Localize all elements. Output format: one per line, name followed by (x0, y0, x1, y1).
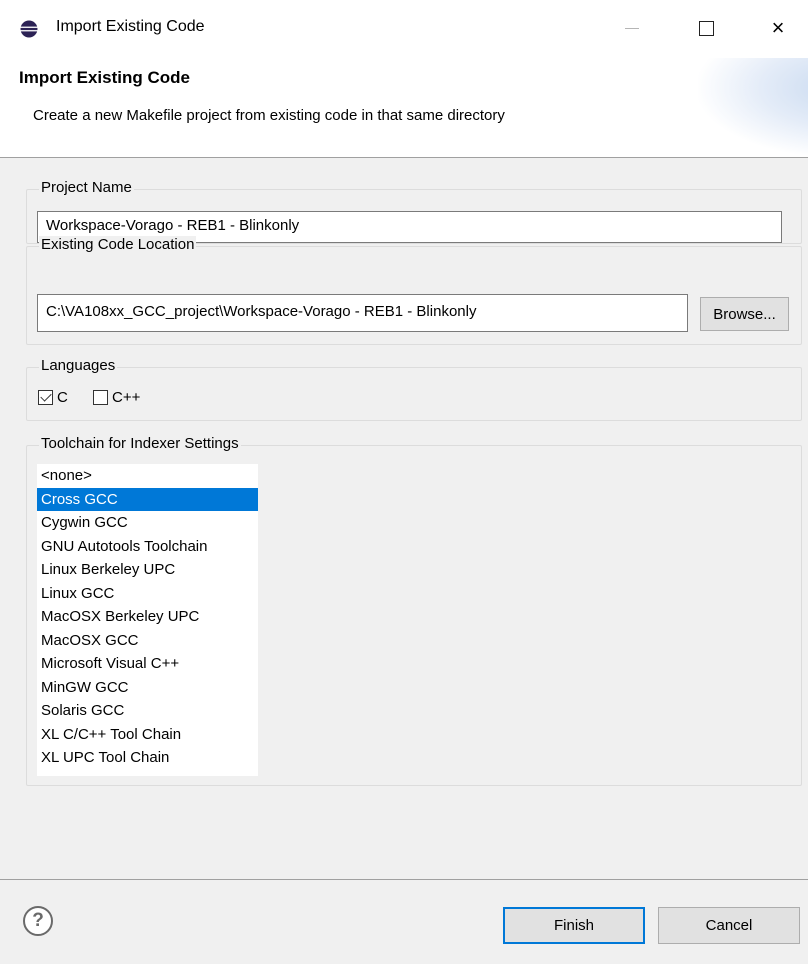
minimize-button[interactable] (606, 8, 658, 48)
toolchain-item-macosx-gcc[interactable]: MacOSX GCC (37, 629, 258, 653)
wizard-title: Import Existing Code (19, 68, 190, 87)
project-name-label: Project Name (39, 179, 134, 196)
eclipse-icon (20, 20, 38, 38)
toolchain-item-gnu-autotools[interactable]: GNU Autotools Toolchain (37, 535, 258, 559)
cancel-button[interactable]: Cancel (658, 907, 800, 944)
languages-label: Languages (39, 357, 118, 374)
toolchain-item-mingw-gcc[interactable]: MinGW GCC (37, 676, 258, 700)
browse-button[interactable]: Browse... (700, 297, 789, 331)
maximize-button[interactable] (680, 8, 732, 48)
banner-graphic (698, 58, 808, 157)
code-location-input[interactable]: C:\VA108xx_GCC_project\Workspace-Vorago … (37, 294, 688, 332)
language-cpp-label: C++ (112, 389, 141, 406)
code-location-label: Existing Code Location (39, 236, 197, 253)
toolchain-item-cross-gcc[interactable]: Cross GCC (37, 487, 258, 511)
toolchain-item-xl-upc[interactable]: XL UPC Tool Chain (37, 746, 258, 770)
toolchain-item-xl-c-cpp[interactable]: XL C/C++ Tool Chain (37, 723, 258, 747)
close-icon: × (771, 15, 785, 40)
wizard-banner: Import Existing Code Create a new Makefi… (0, 58, 808, 157)
window-title: Import Existing Code (56, 18, 205, 35)
toolchain-item-macosx-berkeley-upc[interactable]: MacOSX Berkeley UPC (37, 605, 258, 629)
language-c-checkbox[interactable]: C (38, 389, 68, 406)
help-icon[interactable]: ? (23, 906, 53, 936)
language-cpp-checkbox[interactable]: C++ (93, 389, 140, 406)
toolchain-list[interactable]: <none> Cross GCC Cygwin GCC GNU Autotool… (37, 464, 258, 776)
toolchain-item-linux-berkeley-upc[interactable]: Linux Berkeley UPC (37, 558, 258, 582)
checkbox-unchecked-icon (93, 390, 108, 405)
language-c-label: C (57, 389, 68, 406)
title-bar: Import Existing Code × (0, 0, 808, 58)
finish-button[interactable]: Finish (503, 907, 645, 944)
toolchain-item-linux-gcc[interactable]: Linux GCC (37, 582, 258, 606)
minimize-icon (625, 27, 639, 29)
toolchain-item-none[interactable]: <none> (37, 464, 258, 488)
maximize-icon (698, 20, 714, 36)
close-button[interactable]: × (752, 8, 804, 48)
toolchain-item-solaris-gcc[interactable]: Solaris GCC (37, 699, 258, 723)
toolchain-item-cygwin-gcc[interactable]: Cygwin GCC (37, 511, 258, 535)
toolchain-item-msvc[interactable]: Microsoft Visual C++ (37, 652, 258, 676)
languages-group: Languages (26, 357, 802, 421)
checkbox-checked-icon (38, 390, 53, 405)
wizard-description: Create a new Makefile project from exist… (33, 107, 505, 124)
toolchain-label: Toolchain for Indexer Settings (39, 435, 241, 452)
